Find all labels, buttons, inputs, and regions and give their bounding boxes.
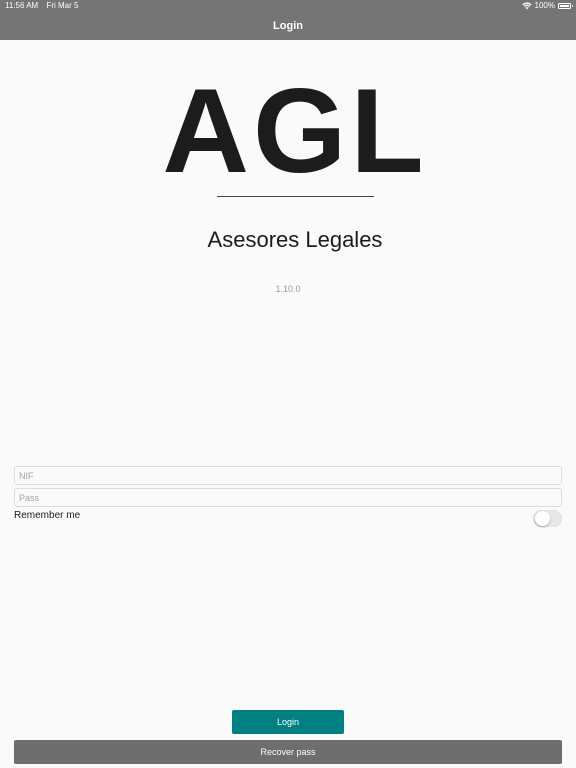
app-logo: AGL xyxy=(162,64,428,198)
status-date: Fri Mar 5 xyxy=(46,1,79,10)
login-button[interactable]: Login xyxy=(232,710,344,734)
nif-input[interactable] xyxy=(14,466,562,485)
app-version: 1.10.0 xyxy=(275,284,301,294)
header-bar: 11:56 AM Fri Mar 5 100% Login xyxy=(0,0,576,40)
battery-percentage: 100% xyxy=(534,1,555,10)
toggle-knob xyxy=(535,511,550,526)
nav-title: Login xyxy=(273,20,303,32)
wifi-icon xyxy=(521,2,532,10)
status-time: 11:56 AM xyxy=(5,1,39,10)
logo-divider xyxy=(217,196,374,197)
company-name: Asesores Legales xyxy=(207,227,383,252)
login-screen: 11:56 AM Fri Mar 5 100% Login AGL Asesor… xyxy=(0,0,576,768)
battery-icon xyxy=(558,3,573,9)
remember-me-label: Remember me xyxy=(14,510,81,521)
status-bar: 11:56 AM Fri Mar 5 100% xyxy=(0,0,576,12)
password-input[interactable] xyxy=(14,488,562,507)
remember-me-toggle[interactable] xyxy=(533,510,562,527)
recover-pass-button[interactable]: Recover pass xyxy=(14,740,562,764)
status-left: 11:56 AM Fri Mar 5 xyxy=(5,0,84,12)
status-right: 100% xyxy=(521,0,573,12)
